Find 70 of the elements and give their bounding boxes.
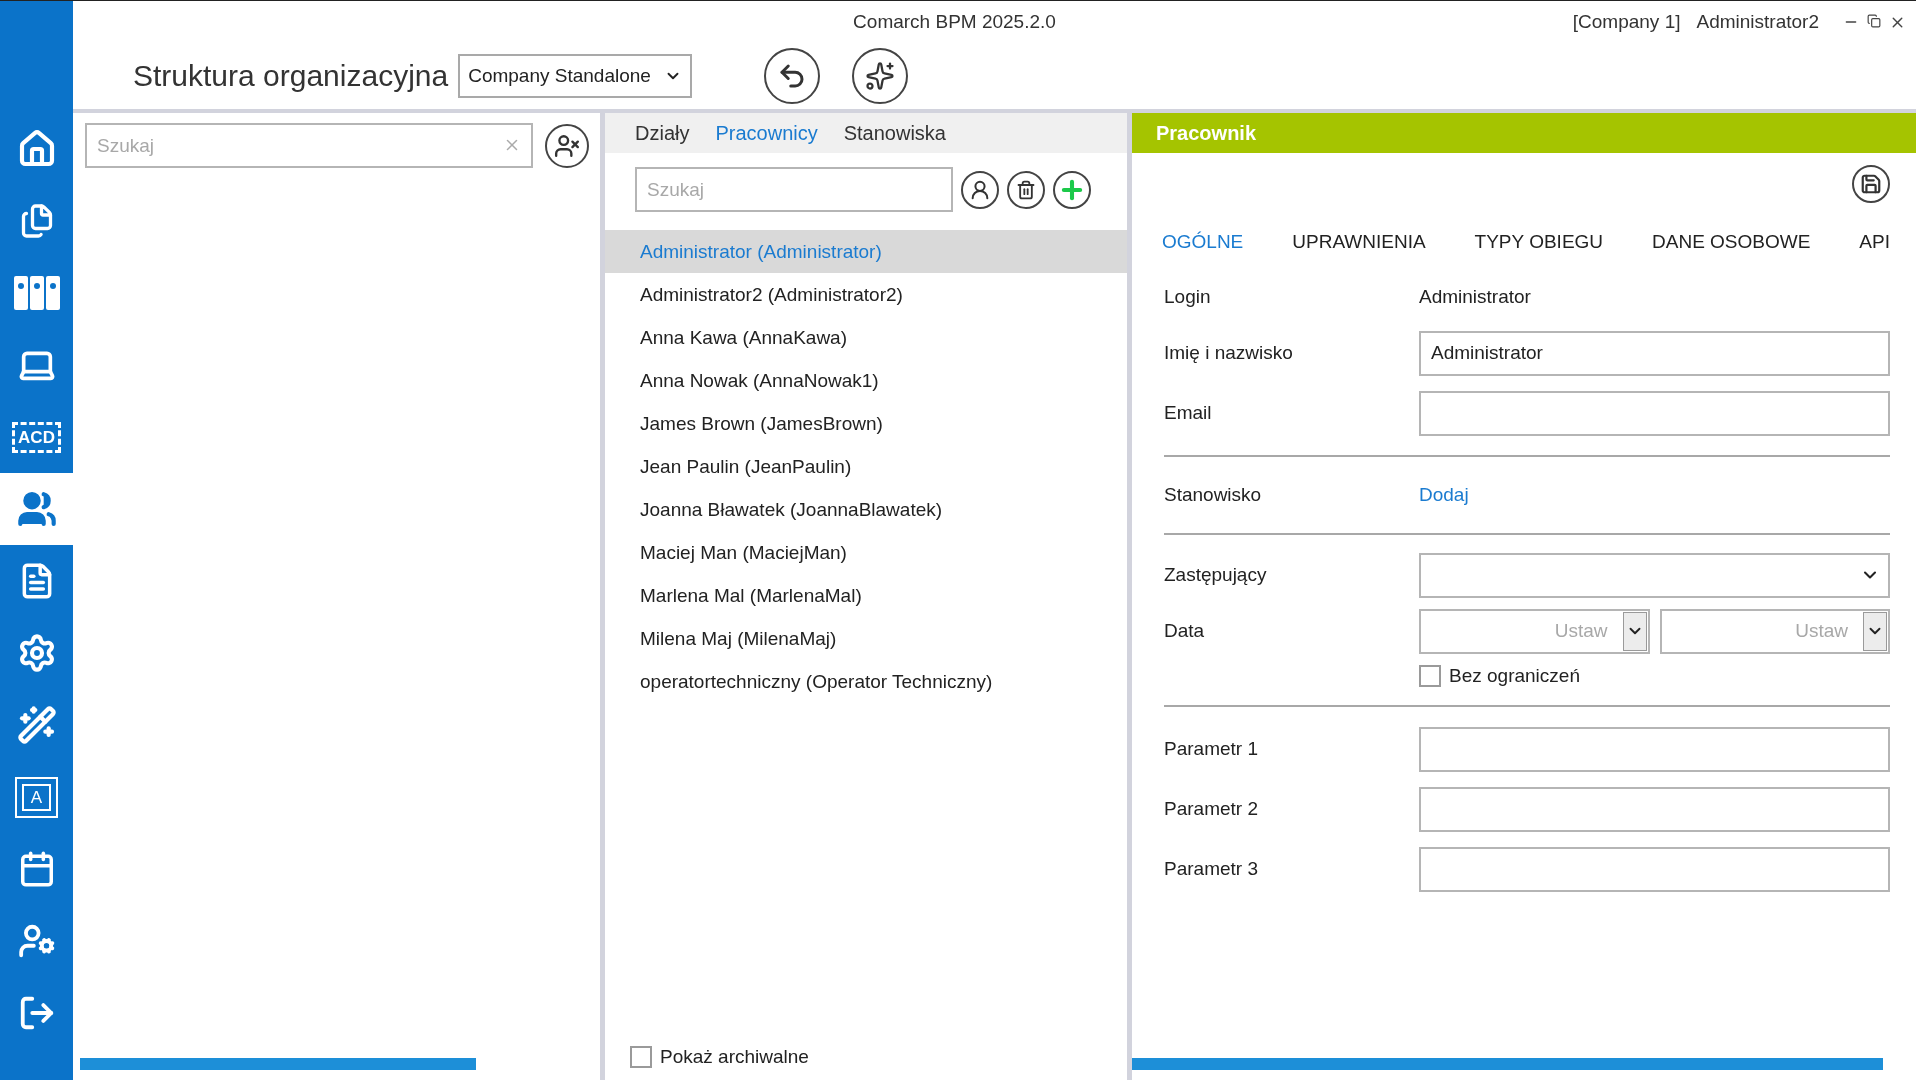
input-field[interactable] bbox=[1419, 726, 1890, 772]
add-button[interactable] bbox=[1053, 170, 1091, 209]
tab[interactable]: Działy bbox=[635, 121, 690, 145]
field-label: Imię i nazwisko bbox=[1164, 342, 1294, 364]
page-title: Struktura organizacyjna bbox=[133, 59, 449, 93]
app-title: Comarch BPM 2025.2.0 bbox=[853, 11, 1057, 33]
sidebar-item[interactable]: ACD bbox=[0, 401, 73, 473]
tab[interactable]: API bbox=[1859, 231, 1890, 253]
field-value: Administrator bbox=[1419, 286, 1532, 308]
users-icon bbox=[16, 489, 57, 529]
tab[interactable]: Stanowiska bbox=[843, 121, 946, 145]
employee-list-item[interactable]: Maciej Man (MaciejMan) bbox=[605, 531, 1127, 574]
input-field[interactable] bbox=[1419, 846, 1890, 892]
scan-text-icon: ACD bbox=[12, 421, 61, 453]
employee-list-item[interactable]: James Brown (JamesBrown) bbox=[605, 402, 1127, 445]
date-field[interactable]: Ustaw bbox=[1659, 608, 1890, 654]
employee-list-item[interactable]: Jean Paulin (JeanPaulin) bbox=[605, 445, 1127, 488]
employee-list-item[interactable]: Administrator2 (Administrator2) bbox=[605, 273, 1127, 316]
sidebar-item[interactable]: A bbox=[0, 761, 73, 833]
input-field[interactable] bbox=[1419, 390, 1890, 436]
user-off-icon bbox=[554, 132, 580, 159]
tab[interactable]: OGÓLNE bbox=[1162, 231, 1244, 253]
checkbox-label: Pokaż archiwalne bbox=[660, 1046, 809, 1068]
field-label: Stanowisko bbox=[1164, 484, 1263, 506]
user-button[interactable] bbox=[961, 170, 999, 209]
employee-list-item[interactable]: Marlena Mal (MarlenaMal) bbox=[605, 574, 1127, 617]
employee-list-item[interactable]: Anna Nowak (AnnaNowak1) bbox=[605, 359, 1127, 402]
tab[interactable]: Pracownicy bbox=[715, 121, 818, 145]
tab[interactable]: TYPY OBIEGU bbox=[1474, 231, 1604, 253]
field-label: Zastępujący bbox=[1164, 564, 1268, 586]
dropdown-field[interactable] bbox=[1419, 552, 1890, 598]
tab[interactable]: DANE OSOBOWE bbox=[1652, 231, 1811, 253]
input-field[interactable] bbox=[1419, 786, 1890, 832]
field-label: Parametr 1 bbox=[1164, 738, 1259, 760]
dropdown-button[interactable] bbox=[1863, 611, 1887, 651]
magic-wand-icon bbox=[16, 705, 57, 745]
sidebar-item[interactable] bbox=[0, 473, 73, 545]
save-icon bbox=[1860, 173, 1882, 195]
checkbox[interactable] bbox=[1419, 665, 1441, 687]
panel-header: Pracownik bbox=[1132, 113, 1916, 153]
employee-list-item[interactable]: operatortechniczny (Operator Techniczny) bbox=[605, 660, 1127, 703]
search-field[interactable]: Szukaj bbox=[85, 123, 533, 168]
date-field[interactable]: Ustaw bbox=[1419, 608, 1650, 654]
employee-list-item[interactable]: Joanna Bławatek (JoannaBlawatek) bbox=[605, 488, 1127, 531]
user-off-button[interactable] bbox=[545, 123, 589, 168]
checkbox[interactable] bbox=[630, 1046, 652, 1068]
user-settings-icon bbox=[17, 922, 56, 960]
user-icon bbox=[969, 178, 991, 201]
text-frame-icon: A bbox=[14, 776, 59, 818]
field-label: Parametr 3 bbox=[1164, 858, 1259, 880]
restore-icon[interactable] bbox=[1867, 13, 1881, 28]
input-field[interactable]: Administrator bbox=[1419, 330, 1890, 376]
user-name: Administrator2 bbox=[1696, 11, 1819, 33]
field-label: Data bbox=[1164, 620, 1206, 642]
checkbox-label: Bez ograniczeń bbox=[1449, 665, 1580, 687]
trash-icon bbox=[1016, 179, 1036, 200]
employee-list-item[interactable]: Anna Kawa (AnnaKawa) bbox=[605, 316, 1127, 359]
search-field[interactable]: Szukaj bbox=[635, 167, 953, 212]
add-link[interactable]: Dodaj bbox=[1419, 484, 1469, 505]
field-label: Login bbox=[1164, 286, 1212, 308]
save-button[interactable] bbox=[1852, 165, 1890, 203]
tab[interactable]: UPRAWNIENIA bbox=[1292, 231, 1426, 253]
sparkles-icon bbox=[865, 61, 896, 91]
field-label: Email bbox=[1164, 402, 1213, 424]
delete-button[interactable] bbox=[1007, 170, 1045, 209]
company-dropdown[interactable]: Company Standalone bbox=[458, 54, 693, 98]
binders-icon bbox=[13, 276, 60, 310]
company-name: [Company 1] bbox=[1572, 11, 1681, 33]
employee-list-item[interactable]: Milena Maj (MilenaMaj) bbox=[605, 617, 1127, 660]
field-label: Parametr 2 bbox=[1164, 798, 1259, 820]
